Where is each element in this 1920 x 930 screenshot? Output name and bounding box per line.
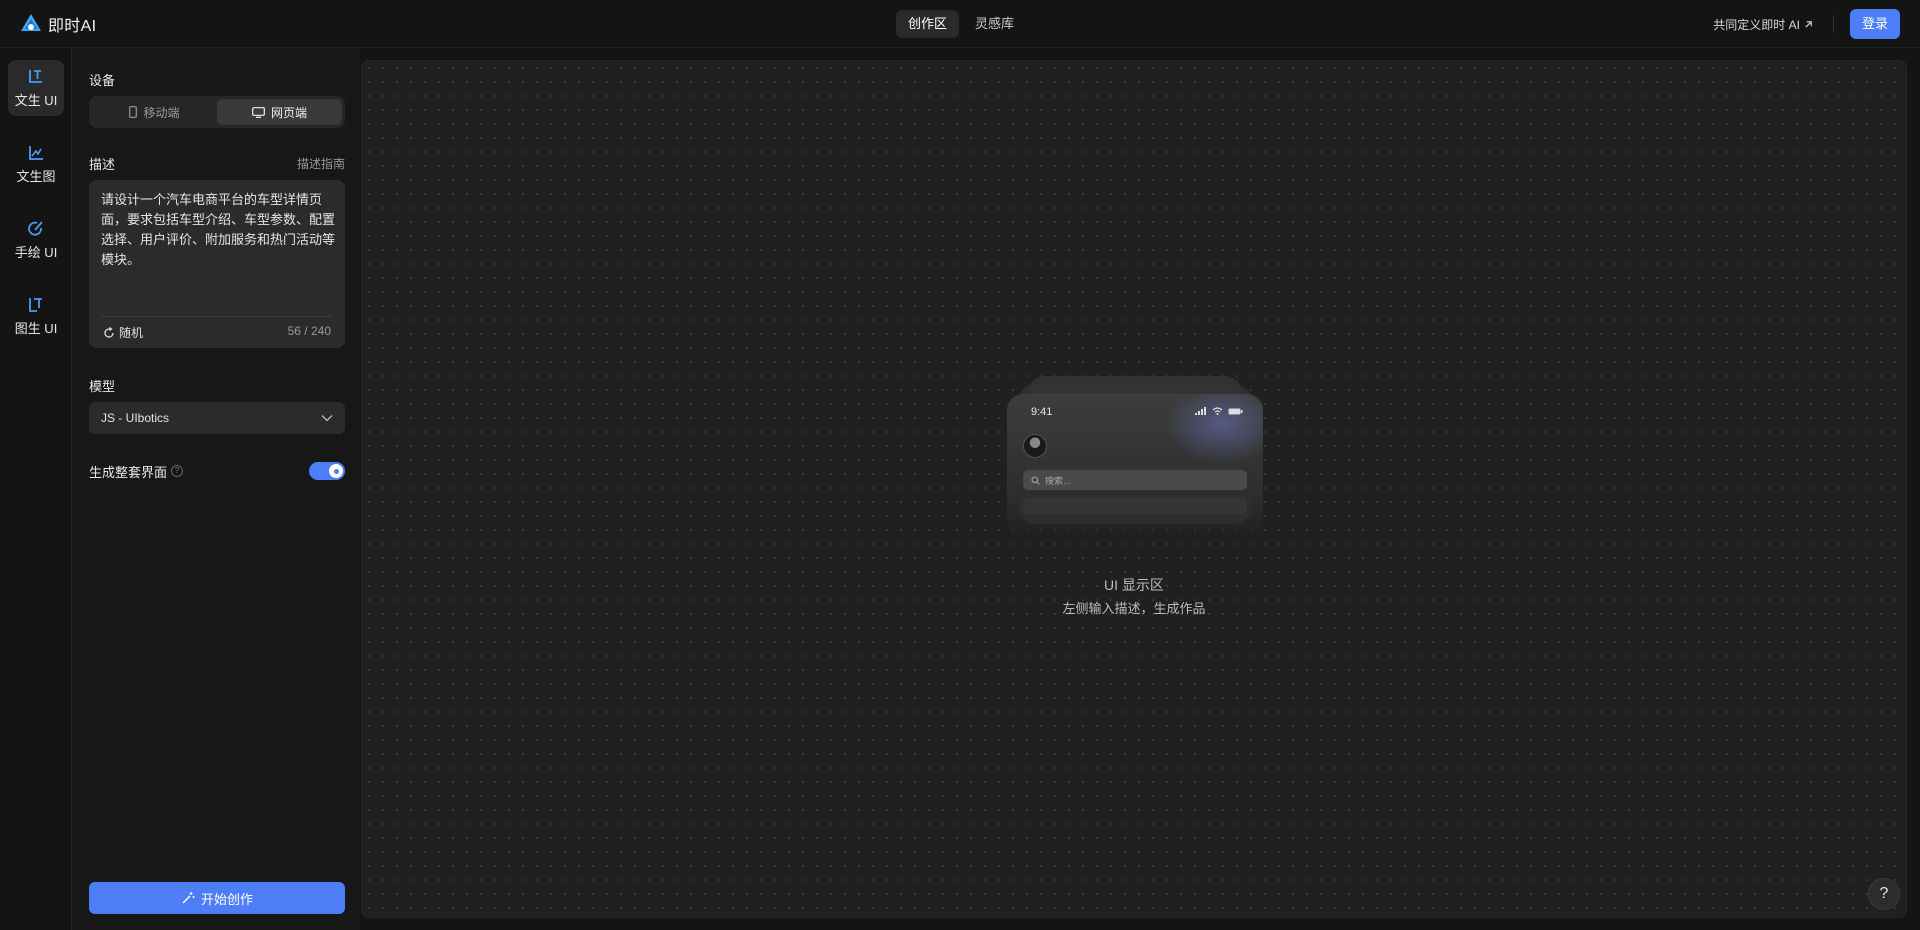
- description-input[interactable]: 请设计一个汽车电商平台的车型详情页面，要求包括车型介绍、车型参数、配置选择、用户…: [89, 180, 345, 348]
- device-label: 设备: [89, 73, 116, 88]
- phone-search-bar: 搜索...: [1023, 470, 1247, 490]
- description-divider: [101, 316, 333, 317]
- logo-icon: [21, 14, 41, 31]
- header-divider: [1832, 15, 1834, 33]
- left-rail: 文生 UI 文生图 手绘 UI 图生 UI: [0, 48, 72, 930]
- top-bar: 即时AI 创作区 灵感库 共同定义即时 AI 登录: [0, 0, 1920, 48]
- battery-icon: [1228, 408, 1243, 414]
- random-label: 随机: [119, 326, 144, 340]
- device-option-label: 网页端: [270, 105, 307, 120]
- char-counter: 56 / 240: [287, 324, 331, 338]
- canvas-title: UI 显示区: [1104, 577, 1164, 593]
- start-create-button[interactable]: 开始创作: [89, 882, 345, 914]
- phone-status-icons: [1195, 407, 1243, 415]
- rail-label: 手绘 UI: [14, 244, 58, 260]
- sketch-ui-icon: [28, 220, 43, 236]
- text-to-image-icon: [29, 145, 43, 160]
- description-text[interactable]: 请设计一个汽车电商平台的车型详情页面，要求包括车型介绍、车型参数、配置选择、用户…: [101, 190, 337, 270]
- rail-label: 文生图: [16, 168, 56, 184]
- desktop-icon: [252, 106, 265, 118]
- rail-item-text-to-image[interactable]: 文生图: [8, 136, 64, 192]
- random-button[interactable]: 随机: [103, 324, 143, 341]
- model-label: 模型: [89, 379, 116, 394]
- text-to-ui-icon: [29, 69, 42, 83]
- rail-item-text-to-ui[interactable]: 文生 UI: [8, 60, 64, 116]
- rail-item-sketch-ui[interactable]: 手绘 UI: [8, 212, 64, 268]
- signal-icon: [1195, 407, 1206, 415]
- avatar: [1023, 434, 1047, 458]
- arrow-up-right-icon: [1805, 20, 1812, 28]
- co-define-label: 共同定义即时 AI: [1713, 17, 1800, 32]
- preview-phone-card: 9:41 搜索...: [1007, 394, 1263, 536]
- device-option-label: 移动端: [143, 105, 180, 120]
- rail-item-image-to-ui[interactable]: 图生 UI: [8, 288, 64, 344]
- help-button[interactable]: ?: [1868, 878, 1900, 910]
- login-button[interactable]: 登录: [1849, 9, 1900, 39]
- full-set-label: 生成整套界面: [89, 464, 168, 480]
- logo[interactable]: 即时AI: [20, 12, 96, 36]
- model-select[interactable]: JS - UIbotics: [89, 402, 345, 434]
- tab-inspiration[interactable]: 灵感库: [963, 10, 1026, 38]
- toggle-dot: [333, 468, 339, 474]
- phone-content-row: [1023, 498, 1247, 514]
- device-switch: 移动端 网页端: [89, 96, 345, 128]
- settings-panel: 设备 移动端 网页端 描述 描述指南 请设计一个汽车电商平台的车型详情页面，要求…: [72, 48, 360, 930]
- co-define-link[interactable]: 共同定义即时 AI: [1713, 16, 1813, 33]
- tab-create[interactable]: 创作区: [896, 10, 960, 38]
- full-set-row: 生成整套界面 ?: [89, 460, 345, 482]
- device-option-mobile[interactable]: 移动端: [92, 99, 217, 125]
- description-guide-link[interactable]: 描述指南: [297, 155, 345, 172]
- full-set-toggle[interactable]: [309, 462, 345, 480]
- chevron-down-icon: [321, 415, 333, 422]
- rail-label: 图生 UI: [14, 320, 58, 336]
- refresh-icon: [104, 326, 114, 338]
- top-right: 共同定义即时 AI 登录: [1713, 9, 1900, 39]
- canvas-subtitle: 左侧输入描述，生成作品: [1062, 601, 1206, 616]
- description-label: 描述: [89, 157, 116, 172]
- toggle-knob: [329, 464, 343, 478]
- phone-status-time: 9:41: [1031, 406, 1053, 418]
- ui-canvas: 9:41 搜索... UI 显示区 左侧输入描述，生成作品: [361, 60, 1907, 918]
- mobile-icon: [129, 106, 138, 118]
- start-create-label: 开始创作: [200, 891, 253, 907]
- device-option-desktop[interactable]: 网页端: [217, 99, 342, 125]
- top-tabs: 创作区 灵感库: [896, 10, 1026, 38]
- phone-preview-illustration: 9:41 搜索...: [1007, 376, 1263, 536]
- model-value: JS - UIbotics: [101, 411, 170, 425]
- image-to-ui-icon: [29, 297, 42, 312]
- wifi-icon: [1212, 407, 1223, 415]
- phone-glow: [1163, 394, 1263, 464]
- help-circle-icon[interactable]: ?: [171, 465, 184, 477]
- phone-search-placeholder: 搜索...: [1045, 475, 1071, 486]
- logo-text: 即时AI: [48, 18, 97, 35]
- rail-label: 文生 UI: [14, 92, 58, 108]
- magic-wand-icon: [182, 892, 195, 904]
- search-icon: [1031, 476, 1040, 485]
